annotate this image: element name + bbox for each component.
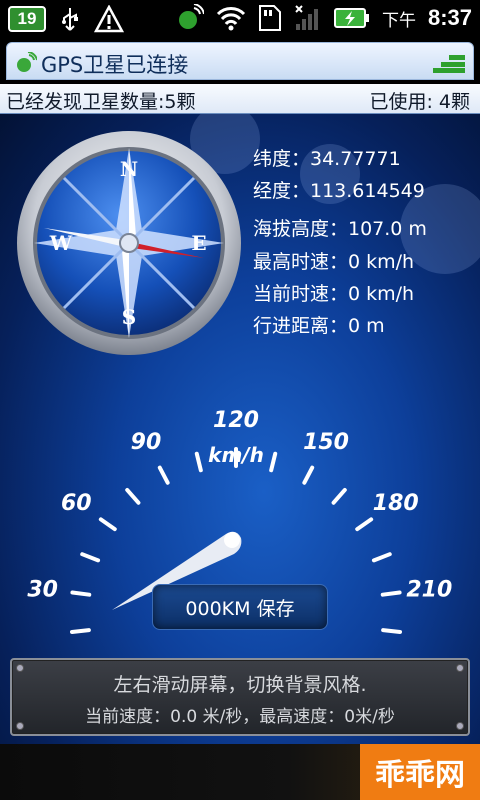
speed-tick <box>125 487 141 505</box>
sd-card-icon <box>258 5 281 31</box>
save-distance-button[interactable]: 000KM 保存 <box>152 584 328 630</box>
speed-unit: km/h <box>208 443 264 467</box>
header-title: GPS卫星已连接 <box>41 53 189 77</box>
bottom-bar: 乖乖网 <box>0 744 480 800</box>
time-ampm: 下午 <box>381 10 416 31</box>
speed-label: 150 <box>303 430 349 455</box>
speed-tick <box>371 552 392 563</box>
speed-tick <box>70 590 92 597</box>
warning-icon <box>94 5 124 33</box>
speed-tick <box>69 628 91 634</box>
speed-label: 210 <box>406 578 452 603</box>
gps-satellite-icon <box>178 4 204 29</box>
speed-label: 90 <box>131 430 162 455</box>
speed-tick <box>269 451 278 473</box>
notification-badge: 19 <box>8 6 46 32</box>
speed-tick <box>157 465 170 485</box>
speed-tick <box>80 552 101 563</box>
gps-status-header: GPS卫星已连接 <box>6 42 474 80</box>
speedometer: 0306090120150180210240 km/h <box>27 408 452 695</box>
speed-tick <box>381 628 403 634</box>
speed-tick <box>302 465 315 485</box>
speed-tick <box>194 451 203 473</box>
site-logo: 乖乖网 <box>360 744 480 800</box>
speed-label: 120 <box>213 408 259 433</box>
satellite-count-bar: 已经发现卫星数量:5颗 已使用: 4颗 <box>0 84 480 114</box>
speed-tick <box>355 517 374 532</box>
battery-charging-icon <box>333 8 369 28</box>
speed-summary: 当前速度：0.0 米/秒，最高速度：0米/秒 <box>85 707 395 727</box>
speed-tick <box>98 517 117 532</box>
clock: 8:37 <box>427 5 472 30</box>
info-panel: 左右滑动屏幕，切换背景风格. 当前速度：0.0 米/秒，最高速度：0米/秒 <box>10 658 470 736</box>
signal-icon <box>295 5 318 30</box>
speed-tick <box>331 487 347 505</box>
gps-signal-icon <box>17 52 37 72</box>
satellites-found: 已经发现卫星数量:5颗 <box>6 91 196 113</box>
speed-label: 180 <box>373 491 419 516</box>
speed-tick <box>380 590 402 597</box>
status-bar: 19 下午 8:37 <box>0 0 480 38</box>
swipe-hint: 左右滑动屏幕，切换背景风格. <box>113 674 367 696</box>
needle-hub <box>224 532 240 548</box>
speed-label: 30 <box>27 578 58 603</box>
satellites-used: 已使用: 4颗 <box>369 91 470 113</box>
satellite-strength-icon <box>433 55 465 73</box>
dashboard[interactable]: N S E W 纬度：34.77771 经度：113.614549 海拔高度：1… <box>0 114 480 744</box>
wifi-icon <box>216 7 246 31</box>
usb-icon <box>62 8 78 31</box>
speed-label: 60 <box>61 491 92 516</box>
